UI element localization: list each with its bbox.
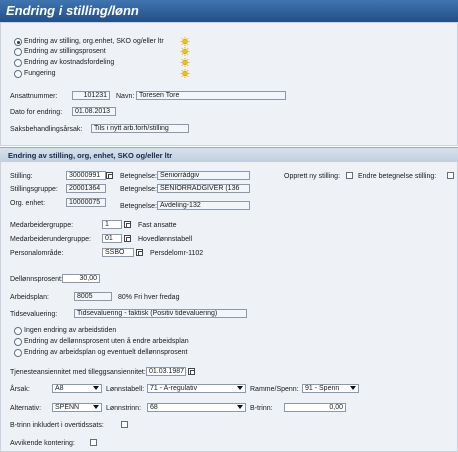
lonnstrinn-label: Lønnstrinn: <box>106 405 142 412</box>
ansattnummer-field: 101231 <box>72 91 110 100</box>
option-label-2: Endring av stillingsprosent <box>24 48 106 55</box>
option-label-1: Endring av stilling, org.enhet, SKO og/e… <box>24 38 164 45</box>
alternativ-label: Alternativ: <box>10 405 42 412</box>
work-option-radio-2[interactable] <box>14 338 22 346</box>
option-label-3: Endring av kostnadsfordeling <box>24 59 115 66</box>
matchcode-icon[interactable] <box>124 235 131 242</box>
saksbehandlingsarsak-label: Saksbehandlingsårsak: <box>10 126 83 133</box>
section-title: Endring av stilling, org, enhet, SKO og/… <box>8 151 173 160</box>
option-radio-2[interactable] <box>14 48 22 56</box>
option-radio-3[interactable] <box>14 59 22 67</box>
page-title: Endring i stilling/lønn <box>6 3 139 18</box>
chevron-down-icon <box>350 386 356 390</box>
work-option-label-2: Endring av dellønnsprosent uten å endre … <box>24 338 189 345</box>
option-label-4: Fungering <box>24 70 56 77</box>
dato-field: 01.08.2013 <box>72 107 116 116</box>
stilling-label: Stilling: <box>10 173 33 180</box>
work-option-radio-1[interactable] <box>14 327 22 335</box>
chevron-down-icon <box>237 386 243 390</box>
avvikende-label: Avvikende kontering: <box>10 440 75 447</box>
arsak-label: Årsak: <box>10 386 30 393</box>
personalomrade-label: Personalområde: <box>10 250 64 257</box>
tjenesteansiennitet-field[interactable]: 01.03.1987 <box>146 367 186 376</box>
medarbeiderundergruppe-field[interactable]: 01 <box>102 234 122 243</box>
btrinn-inkludert-checkbox[interactable] <box>121 421 128 428</box>
matchcode-icon[interactable] <box>106 172 113 179</box>
stillingsgruppe-betegnelse-label: Betegnelse: <box>120 186 157 193</box>
chevron-down-icon <box>93 405 99 409</box>
title-bar: Endring i stilling/lønn <box>0 0 458 22</box>
stilling-betegnelse-label: Betegnelse: <box>120 173 157 180</box>
btrinn-field[interactable]: 0,00 <box>284 403 346 412</box>
alternativ-value: SPENN <box>55 404 80 411</box>
section-header: Endring av stilling, org, enhet, SKO og/… <box>0 147 458 162</box>
ansattnummer-label: Ansattnummer: <box>10 93 58 100</box>
tjenesteansiennitet-label: Tjenesteansiennitet med tilleggsansienni… <box>10 369 146 376</box>
endre-betegnelse-label: Endre betegnelse stilling: <box>358 173 437 180</box>
lonnstabell-value: 71 - A-regulativ <box>150 385 198 392</box>
arbeidsplan-text: 80% Fri hver fredag <box>118 294 180 301</box>
matchcode-icon[interactable] <box>124 221 131 228</box>
navn-label: Navn: <box>116 93 135 100</box>
sun-icon <box>180 47 190 56</box>
alternativ-dropdown[interactable]: SPENN <box>52 403 102 412</box>
medarbeiderundergruppe-text: Hovedlønnstabell <box>138 236 193 243</box>
btrinn-label: B-trinn: <box>250 405 273 412</box>
chevron-down-icon <box>237 405 243 409</box>
endre-betegnelse-checkbox[interactable] <box>447 172 454 179</box>
arsak-dropdown[interactable]: A8 <box>52 384 102 393</box>
work-option-radio-3[interactable] <box>14 349 22 357</box>
medarbeidergruppe-label: Medarbeidergruppe: <box>10 222 74 229</box>
arbeidsplan-label: Arbeidsplan: <box>10 294 49 301</box>
matchcode-icon[interactable] <box>136 249 143 256</box>
stillingsgruppe-field: 20001364 <box>66 184 106 193</box>
tidsevaluering-label: Tidsevaluering: <box>10 311 58 318</box>
arbeidsplan-field: 8005 <box>74 292 112 301</box>
stilling-betegnelse-field: Seniorrådgiv <box>157 171 250 180</box>
saksbehandlingsarsak-field: Tils i nytt arb.forh/stilling <box>91 124 189 133</box>
org-label: Org. enhet: <box>10 200 46 207</box>
org-betegnelse-label: Betegnelse: <box>120 203 157 210</box>
tidsevaluering-field: Tidsevaluering - faktisk (Positiv tideva… <box>74 309 247 318</box>
work-option-label-3: Endring av arbeidsplan og eventuelt dell… <box>24 349 188 356</box>
stillingsgruppe-betegnelse-field: SENIORRÅDGIVER (136 <box>157 184 250 193</box>
dellonnsprosent-field[interactable]: 30,00 <box>62 274 100 283</box>
lonnstabell-dropdown[interactable]: 71 - A-regulativ <box>147 384 246 393</box>
chevron-down-icon <box>93 386 99 390</box>
sun-icon <box>180 37 190 46</box>
ramme-value: 91 - Spenn <box>305 385 340 392</box>
navn-field: Toresen Tore <box>136 91 286 100</box>
medarbeidergruppe-field[interactable]: 1 <box>102 220 122 229</box>
ramme-label: Ramme/Spenn: <box>250 386 299 393</box>
avvikende-checkbox[interactable] <box>90 439 97 446</box>
sun-icon <box>180 58 190 67</box>
opprett-checkbox[interactable] <box>346 172 353 179</box>
option-radio-4[interactable] <box>14 70 22 78</box>
org-betegnelse-field: Avdeling-132 <box>157 201 250 210</box>
work-option-label-1: Ingen endring av arbeidstiden <box>24 327 117 334</box>
personalomrade-text: Persdelomr-1102 <box>150 250 204 257</box>
stillingsgruppe-label: Stillingsgruppe: <box>10 186 58 193</box>
option-radio-1[interactable] <box>14 38 22 46</box>
lonnstrinn-dropdown[interactable]: 68 <box>147 403 246 412</box>
sun-icon <box>180 69 190 78</box>
ramme-dropdown[interactable]: 91 - Spenn <box>302 384 359 393</box>
btrinn-inkludert-label: B-trinn inkludert i overtidssats: <box>10 422 104 429</box>
calendar-icon[interactable] <box>188 368 195 375</box>
lonnstrinn-value: 68 <box>150 404 158 411</box>
arsak-value: A8 <box>55 385 64 392</box>
org-field: 10000075 <box>66 198 106 207</box>
opprett-label: Opprett ny stilling: <box>284 173 341 180</box>
dato-label: Dato for endring: <box>10 109 63 116</box>
personalomrade-field[interactable]: SSBO <box>102 248 134 257</box>
stilling-field[interactable]: 30000991 <box>66 171 106 180</box>
medarbeiderundergruppe-label: Medarbeiderundergruppe: <box>10 236 91 243</box>
medarbeidergruppe-text: Fast ansatte <box>138 222 177 229</box>
lonnstabell-label: Lønnstabell: <box>106 386 145 393</box>
dellonnsprosent-label: Dellønnsprosent: <box>10 276 63 283</box>
